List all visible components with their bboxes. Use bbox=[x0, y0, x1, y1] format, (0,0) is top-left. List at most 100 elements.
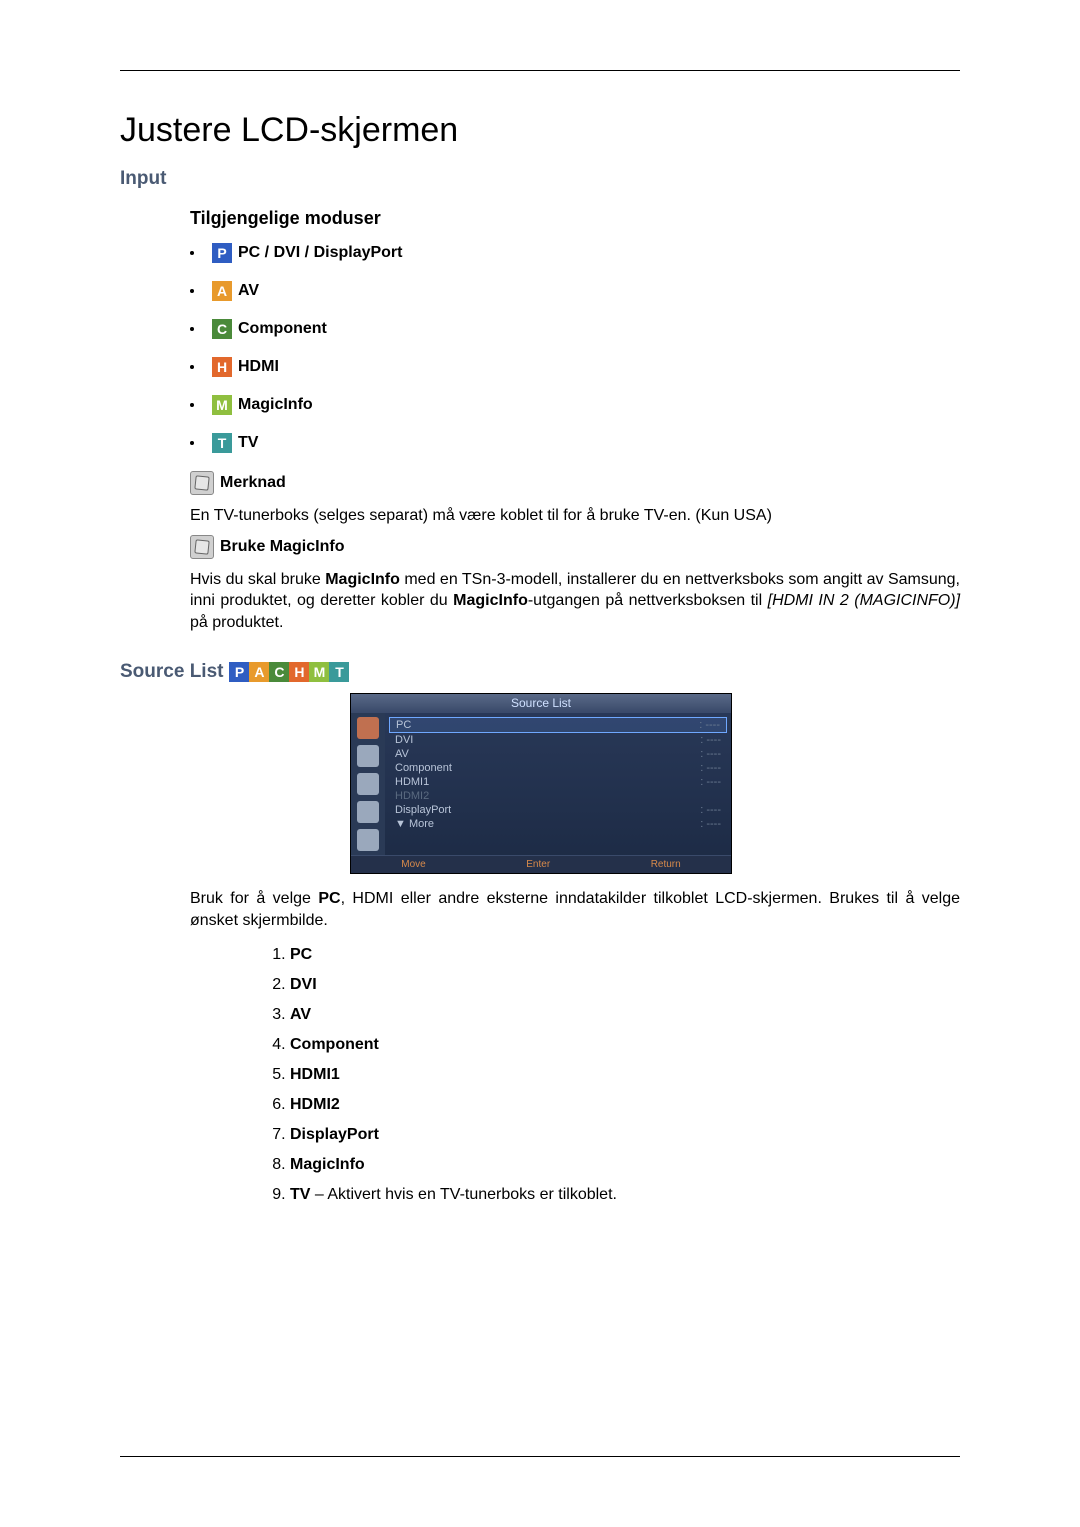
osd-icon-col bbox=[351, 713, 385, 855]
bullet-icon bbox=[190, 289, 194, 293]
osd-side-icon bbox=[357, 745, 379, 767]
list-label: AV bbox=[290, 1006, 311, 1023]
mode-label: HDMI bbox=[238, 358, 279, 376]
list-item: HDMI2 bbox=[290, 1096, 960, 1114]
osd-row: Component: ---- bbox=[389, 761, 727, 775]
list-label: Component bbox=[290, 1036, 379, 1053]
note-header: Merknad bbox=[190, 471, 960, 495]
list-label: PC bbox=[290, 946, 312, 963]
osd-list: PC: ---- DVI: ---- AV: ---- Component: -… bbox=[385, 713, 731, 855]
badge-p-icon: P bbox=[212, 243, 232, 263]
osd-title: Source List bbox=[351, 694, 731, 713]
mode-item-av: A AV bbox=[190, 281, 960, 301]
note-icon bbox=[190, 535, 214, 559]
list-label: HDMI1 bbox=[290, 1066, 340, 1083]
bottom-rule bbox=[120, 1456, 960, 1457]
badge-a-icon: A bbox=[249, 662, 269, 682]
bullet-icon bbox=[190, 327, 194, 331]
osd-name: HDMI1 bbox=[395, 776, 429, 788]
osd-return: Return bbox=[651, 859, 681, 870]
list-label: DisplayPort bbox=[290, 1126, 379, 1143]
osd-val: : ---- bbox=[699, 719, 720, 731]
mode-item-component: C Component bbox=[190, 319, 960, 339]
section-input: Input bbox=[120, 168, 960, 190]
osd-row: HDMI2 bbox=[389, 789, 727, 803]
osd-panel: Source List PC: ---- DVI: ---- AV: ---- … bbox=[350, 693, 732, 874]
badge-p-icon: P bbox=[229, 662, 249, 682]
badge-t-icon: T bbox=[329, 662, 349, 682]
list-item: PC bbox=[290, 946, 960, 964]
mode-list: P PC / DVI / DisplayPort A AV C Componen… bbox=[190, 243, 960, 453]
text-span: -utgangen på nettverksboksen til bbox=[528, 592, 768, 609]
list-item: AV bbox=[290, 1006, 960, 1024]
list-item: DisplayPort bbox=[290, 1126, 960, 1144]
osd-row: DisplayPort : ---- bbox=[389, 803, 727, 817]
osd-row: PC : ---- bbox=[389, 717, 727, 733]
top-rule bbox=[120, 70, 960, 71]
text-span: Hvis du skal bruke bbox=[190, 571, 325, 588]
osd-val: : ---- bbox=[700, 776, 721, 788]
source-list-title: Source List bbox=[120, 661, 223, 683]
osd-val: : ---- bbox=[700, 748, 721, 760]
list-item: DVI bbox=[290, 976, 960, 994]
list-item: Component bbox=[290, 1036, 960, 1054]
list-item: MagicInfo bbox=[290, 1156, 960, 1174]
source-description-block: Bruk for å velge PC, HDMI eller andre ek… bbox=[190, 888, 960, 1203]
text-bold: MagicInfo bbox=[325, 571, 400, 588]
osd-val: : ---- bbox=[700, 804, 721, 816]
osd-side-icon bbox=[357, 829, 379, 851]
text-bold: MagicInfo bbox=[453, 592, 528, 609]
osd-body: PC: ---- DVI: ---- AV: ---- Component: -… bbox=[351, 713, 731, 855]
mode-item-hdmi: H HDMI bbox=[190, 357, 960, 377]
document-page: Justere LCD-skjermen Input Tilgjengelige… bbox=[0, 0, 1080, 1527]
text-span: på produktet. bbox=[190, 614, 283, 631]
badge-strip: P A C H M T bbox=[229, 662, 349, 682]
osd-footer: Move Enter Return bbox=[351, 855, 731, 873]
note-text: En TV-tunerboks (selges separat) må være… bbox=[190, 505, 960, 527]
magicinfo-label: Bruke MagicInfo bbox=[220, 538, 344, 556]
mode-label: PC / DVI / DisplayPort bbox=[238, 244, 402, 262]
magicinfo-header: Bruke MagicInfo bbox=[190, 535, 960, 559]
osd-screenshot: Source List PC: ---- DVI: ---- AV: ---- … bbox=[350, 693, 960, 874]
osd-row: DVI: ---- bbox=[389, 733, 727, 747]
list-item: TV – Aktivert hvis en TV-tunerboks er ti… bbox=[290, 1186, 960, 1204]
osd-move: Move bbox=[401, 859, 425, 870]
osd-enter: Enter bbox=[526, 859, 550, 870]
list-item: HDMI1 bbox=[290, 1066, 960, 1084]
osd-name: DisplayPort bbox=[395, 804, 451, 816]
badge-m-icon: M bbox=[309, 662, 329, 682]
source-description: Bruk for å velge PC, HDMI eller andre ek… bbox=[190, 888, 960, 931]
osd-row: AV : ---- bbox=[389, 747, 727, 761]
note-icon bbox=[190, 471, 214, 495]
osd-name: Component bbox=[395, 762, 452, 774]
badge-c-icon: C bbox=[212, 319, 232, 339]
badge-c-icon: C bbox=[269, 662, 289, 682]
osd-side-icon bbox=[357, 717, 379, 739]
mode-item-pc: P PC / DVI / DisplayPort bbox=[190, 243, 960, 263]
osd-name: HDMI2 bbox=[395, 790, 429, 802]
text-bold: PC bbox=[318, 890, 340, 907]
list-label: DVI bbox=[290, 976, 317, 993]
list-label: TV bbox=[290, 1186, 310, 1203]
osd-side-icon bbox=[357, 773, 379, 795]
page-title: Justere LCD-skjermen bbox=[120, 111, 960, 150]
note-label: Merknad bbox=[220, 474, 286, 492]
osd-name: AV bbox=[395, 748, 409, 760]
text-italic: [HDMI IN 2 (MAGICINFO)] bbox=[768, 592, 960, 609]
bullet-icon bbox=[190, 441, 194, 445]
list-label: MagicInfo bbox=[290, 1156, 365, 1173]
osd-name: PC bbox=[396, 719, 411, 731]
mode-label: AV bbox=[238, 282, 259, 300]
bullet-icon bbox=[190, 251, 194, 255]
bullet-icon bbox=[190, 403, 194, 407]
source-list-heading: Source List P A C H M T bbox=[120, 661, 960, 683]
badge-m-icon: M bbox=[212, 395, 232, 415]
list-label: HDMI2 bbox=[290, 1096, 340, 1113]
osd-val: : ---- bbox=[700, 818, 721, 830]
mode-label: MagicInfo bbox=[238, 396, 313, 414]
osd-name: ▼ More bbox=[395, 818, 434, 830]
note-block: Merknad En TV-tunerboks (selges separat)… bbox=[190, 471, 960, 633]
text-span: Bruk for å velge bbox=[190, 890, 318, 907]
subsection-modes: Tilgjengelige moduser bbox=[190, 208, 960, 229]
badge-h-icon: H bbox=[212, 357, 232, 377]
